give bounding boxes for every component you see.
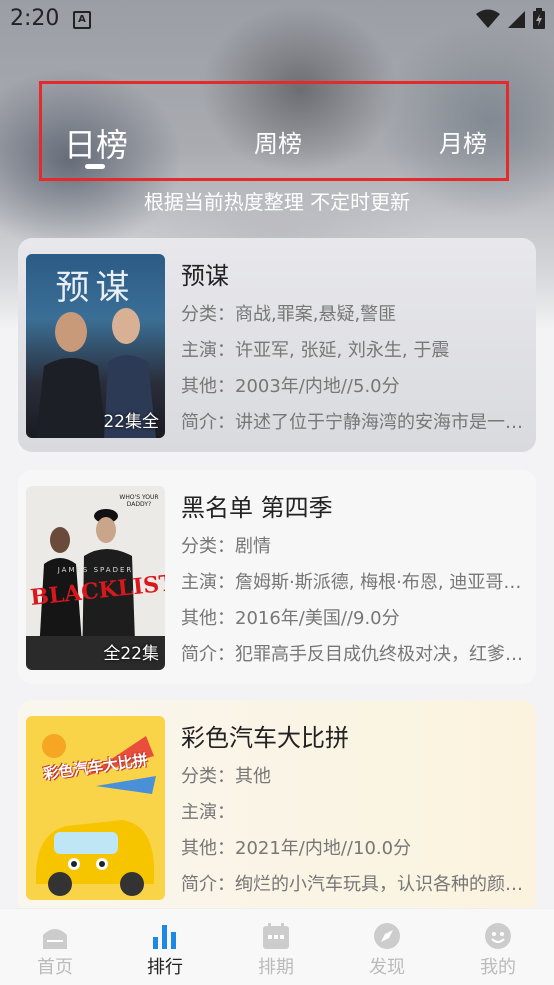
ranking-tabs: 日榜 周榜 月榜 xyxy=(39,81,509,181)
active-tab-indicator xyxy=(85,164,105,169)
nav-schedule-label: 排期 xyxy=(258,957,294,978)
item-title: 预谋 xyxy=(181,262,229,290)
signal-icon xyxy=(508,11,525,28)
item-other: 其他：2016年/美国//9.0分 xyxy=(181,608,400,629)
item-cast: 主演：詹姆斯·斯派德, 梅根·布恩, 迪亚哥·克拉特霍夫 xyxy=(181,572,526,593)
item-category: 分类：商战,罪案,悬疑,警匪 xyxy=(181,304,397,325)
item-cast: 主演： xyxy=(181,802,235,823)
home-icon xyxy=(43,929,67,949)
poster-image: 预谋 22集全 xyxy=(26,254,165,438)
list-item[interactable]: WHO'S YOUR DADDY? JAMES SPADER BLACKLIST… xyxy=(18,470,536,684)
nav-profile[interactable]: 我的 xyxy=(443,909,553,985)
nav-home-label: 首页 xyxy=(37,957,73,978)
nav-ranking-label: 排行 xyxy=(147,957,183,978)
status-bar: 2:20 A xyxy=(0,0,554,40)
nav-profile-label: 我的 xyxy=(480,957,516,978)
poster-tag: WHO'S YOUR DADDY? xyxy=(119,494,159,508)
item-category: 分类：其他 xyxy=(181,766,271,787)
item-title: 黑名单 第四季 xyxy=(181,494,333,522)
wifi-icon xyxy=(476,9,500,28)
nav-home[interactable]: 首页 xyxy=(0,909,110,985)
profile-icon xyxy=(485,923,511,949)
item-category: 分类：剧情 xyxy=(181,536,271,557)
compass-icon xyxy=(374,923,400,949)
nav-discover[interactable]: 发现 xyxy=(332,909,442,985)
bar-chart-icon xyxy=(153,925,176,949)
tab-daily[interactable]: 日榜 xyxy=(64,120,128,166)
battery-icon xyxy=(533,8,545,29)
bottom-nav: 首页 排行 排期 发现 我的 xyxy=(0,908,554,985)
item-other: 其他：2021年/内地//10.0分 xyxy=(181,838,412,859)
tab-monthly[interactable]: 月榜 xyxy=(439,124,487,159)
notification-icon: A xyxy=(73,11,91,29)
status-icons xyxy=(476,8,546,30)
nav-ranking[interactable]: 排行 xyxy=(110,909,220,985)
episode-badge: 全22集 xyxy=(103,644,159,664)
poster-image: WHO'S YOUR DADDY? JAMES SPADER BLACKLIST… xyxy=(26,486,165,670)
ranking-subtitle: 根据当前热度整理 不定时更新 xyxy=(143,190,411,214)
item-intro: 简介：犯罪高手反目成仇终极对决，红爹遭遇危机 xyxy=(181,644,526,665)
poster-art xyxy=(36,734,156,896)
item-other: 其他：2003年/内地//5.0分 xyxy=(181,376,400,397)
item-intro: 简介：绚烂的小汽车玩具，认识各种的颜色和形状 xyxy=(181,874,526,895)
poster-title: 预谋 xyxy=(55,268,136,308)
nav-discover-label: 发现 xyxy=(369,957,405,978)
calendar-icon xyxy=(263,923,289,949)
poster-image: 彩色汽车大比拼 xyxy=(26,716,165,900)
list-item[interactable]: 彩色汽车大比拼 彩色汽车大比拼 分类：其他 主演： 其他：2021年/内地//1… xyxy=(18,700,536,914)
item-intro: 简介：讲述了位于宁静海湾的安海市是一座美丽的城市 xyxy=(181,412,526,433)
episode-badge: 22集全 xyxy=(103,412,159,432)
item-title: 彩色汽车大比拼 xyxy=(181,724,349,752)
item-cast: 主演：许亚军, 张延, 刘永生, 于震 xyxy=(181,340,450,361)
tab-weekly[interactable]: 周榜 xyxy=(254,124,302,159)
nav-schedule[interactable]: 排期 xyxy=(221,909,331,985)
list-item[interactable]: 预谋 22集全 预谋 分类：商战,罪案,悬疑,警匪 主演：许亚军, 张延, 刘永… xyxy=(18,238,536,452)
status-time: 2:20 xyxy=(10,6,60,31)
